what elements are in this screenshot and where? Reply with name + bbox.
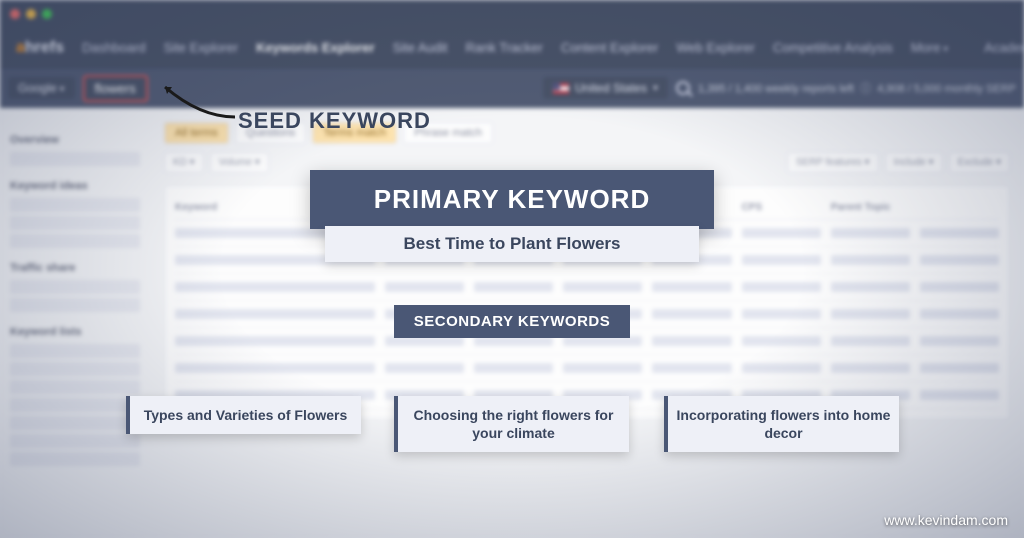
nav-more[interactable]: More xyxy=(911,40,948,55)
nav-site-audit[interactable]: Site Audit xyxy=(393,40,448,55)
sidebar-header: Traffic share xyxy=(10,262,140,274)
credit-text: www.kevindam.com xyxy=(884,512,1008,528)
search-icon[interactable] xyxy=(676,81,690,95)
nav-academy[interactable]: Academy xyxy=(984,40,1024,55)
primary-keyword-value: Best Time to Plant Flowers xyxy=(325,226,699,262)
country-select[interactable]: United States xyxy=(543,77,668,99)
nav-competitive-analysis[interactable]: Competitive Analysis xyxy=(773,40,893,55)
secondary-keyword-item: Choosing the right flowers for your clim… xyxy=(394,396,629,452)
secondary-keyword-item: Incorporating flowers into home decor xyxy=(664,396,899,452)
seed-keyword-label: SEED KEYWORD xyxy=(238,108,431,134)
nav-content-explorer[interactable]: Content Explorer xyxy=(561,40,659,55)
flag-icon xyxy=(553,83,569,94)
nav-web-explorer[interactable]: Web Explorer xyxy=(676,40,755,55)
secondary-keywords-label: SECONDARY KEYWORDS xyxy=(394,305,630,338)
arrow-icon xyxy=(150,82,240,122)
sidebar-header: Keyword lists xyxy=(10,326,140,338)
sidebar: Overview Keyword ideas Traffic share Key… xyxy=(0,108,150,538)
secondary-keyword-item: Types and Varieties of Flowers xyxy=(126,396,361,434)
primary-keyword-label: PRIMARY KEYWORD xyxy=(310,170,714,229)
sidebar-header: Keyword ideas xyxy=(10,180,140,192)
nav-rank-tracker[interactable]: Rank Tracker xyxy=(466,40,543,55)
reports-counter: 1,395 / 1,400 weekly reports left ⓘ 4,90… xyxy=(698,80,1016,96)
